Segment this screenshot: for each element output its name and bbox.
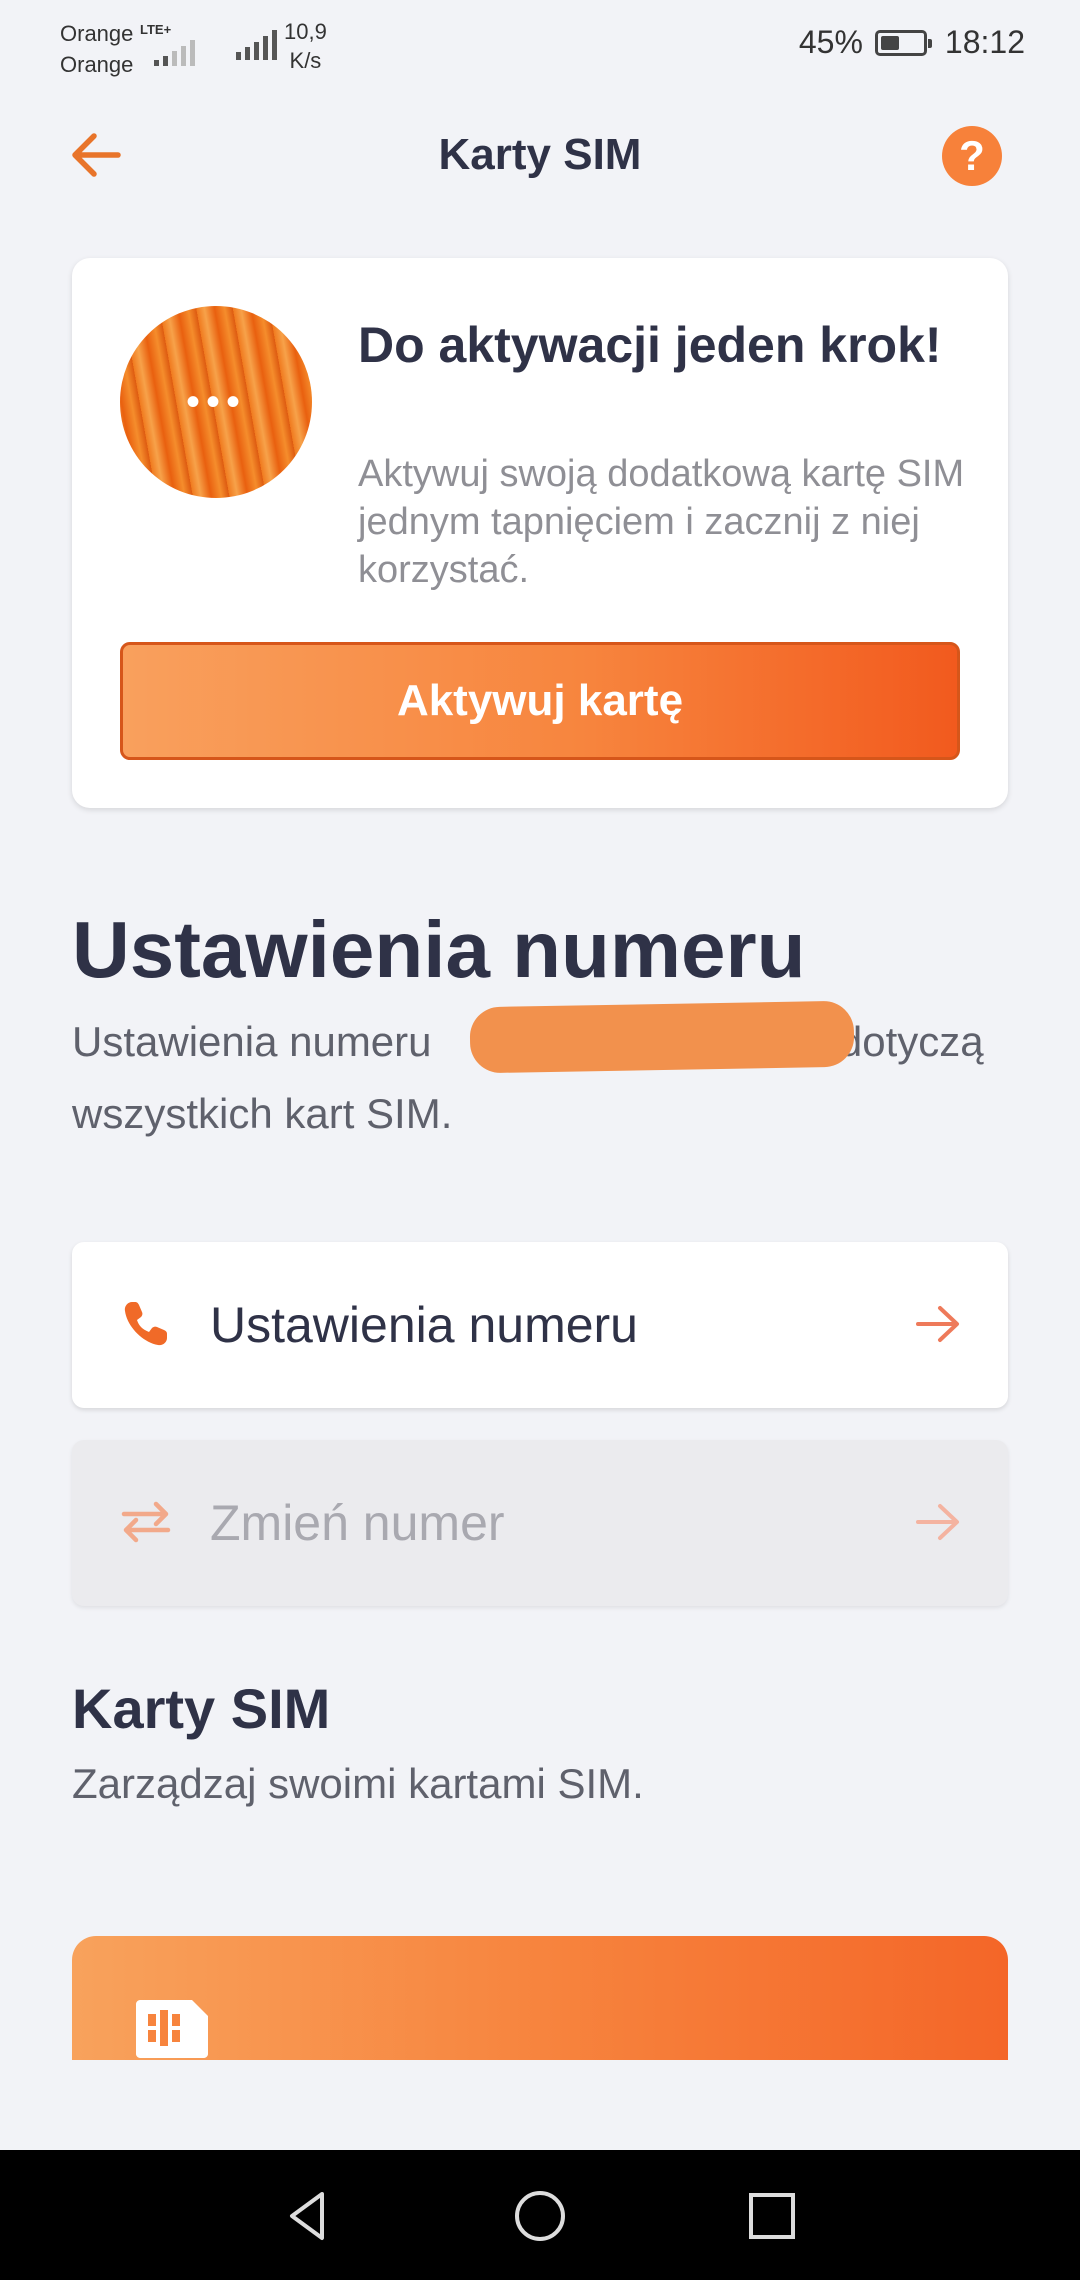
sim-avatar: ••• bbox=[120, 306, 312, 498]
app-header: Karty SIM ? bbox=[0, 100, 1080, 210]
activation-card: ••• Do aktywacji jeden krok! Aktywuj swo… bbox=[72, 258, 1008, 808]
carrier-1: Orange bbox=[60, 21, 134, 46]
speed-unit: K/s bbox=[289, 48, 322, 73]
change-number-label: Zmień numer bbox=[210, 1495, 505, 1551]
activation-text: Aktywuj swoją dodatkową kartę SIM jednym… bbox=[358, 453, 965, 591]
description-before: Ustawienia numeru bbox=[72, 1018, 432, 1065]
redacted-number bbox=[469, 1000, 855, 1074]
activate-card-button[interactable]: Aktywuj kartę bbox=[120, 642, 960, 760]
network-type: LTE+ bbox=[140, 22, 172, 37]
battery-percent: 45% bbox=[798, 24, 863, 60]
carrier-names: Orange Orange bbox=[60, 18, 133, 80]
number-settings-title: Ustawienia numeru bbox=[72, 905, 806, 994]
battery-icon bbox=[874, 29, 932, 56]
nav-back-icon[interactable] bbox=[278, 2186, 338, 2246]
sim-cards-description: Zarządzaj swoimi kartami SIM. bbox=[72, 1760, 644, 1807]
status-bar: Orange Orange LTE+ 10,9 K/s 45% 18:12 bbox=[0, 0, 1080, 90]
carrier-2: Orange bbox=[60, 52, 134, 77]
number-settings-label: Ustawienia numeru bbox=[210, 1297, 638, 1353]
arrow-right-icon bbox=[916, 1306, 959, 1342]
change-number-row[interactable]: Zmień numer bbox=[72, 1440, 1008, 1606]
screen: Orange Orange LTE+ 10,9 K/s 45% 18:12 Ka… bbox=[0, 0, 1080, 2280]
phone-icon bbox=[124, 1302, 167, 1346]
network-speed: 10,9 K/s bbox=[284, 17, 327, 75]
number-settings-row[interactable]: Ustawienia numeru bbox=[72, 1242, 1008, 1408]
question-icon: ? bbox=[959, 132, 985, 179]
nav-recents-icon[interactable] bbox=[742, 2186, 802, 2246]
more-dots-icon: ••• bbox=[185, 380, 246, 424]
clock: 18:12 bbox=[944, 24, 1025, 60]
arrow-right-icon bbox=[916, 1504, 959, 1540]
signal-icon bbox=[236, 30, 277, 60]
sim-card-tile[interactable] bbox=[72, 1936, 1008, 2060]
page-title: Karty SIM bbox=[438, 130, 642, 179]
speed-value: 10,9 bbox=[284, 19, 327, 44]
swap-icon bbox=[121, 1501, 171, 1543]
status-right: 45% 18:12 bbox=[799, 24, 1025, 61]
sim-cards-title: Karty SIM bbox=[72, 1677, 331, 1740]
navigation-bar bbox=[0, 2150, 1080, 2280]
sim-card-icon bbox=[136, 2000, 208, 2058]
help-button[interactable]: ? bbox=[942, 126, 1002, 186]
nav-home-icon[interactable] bbox=[510, 2186, 570, 2246]
activation-title: Do aktywacji jeden krok! bbox=[358, 317, 942, 373]
battery-fill bbox=[880, 35, 899, 50]
lte-signal-icon: LTE+ bbox=[140, 22, 210, 66]
